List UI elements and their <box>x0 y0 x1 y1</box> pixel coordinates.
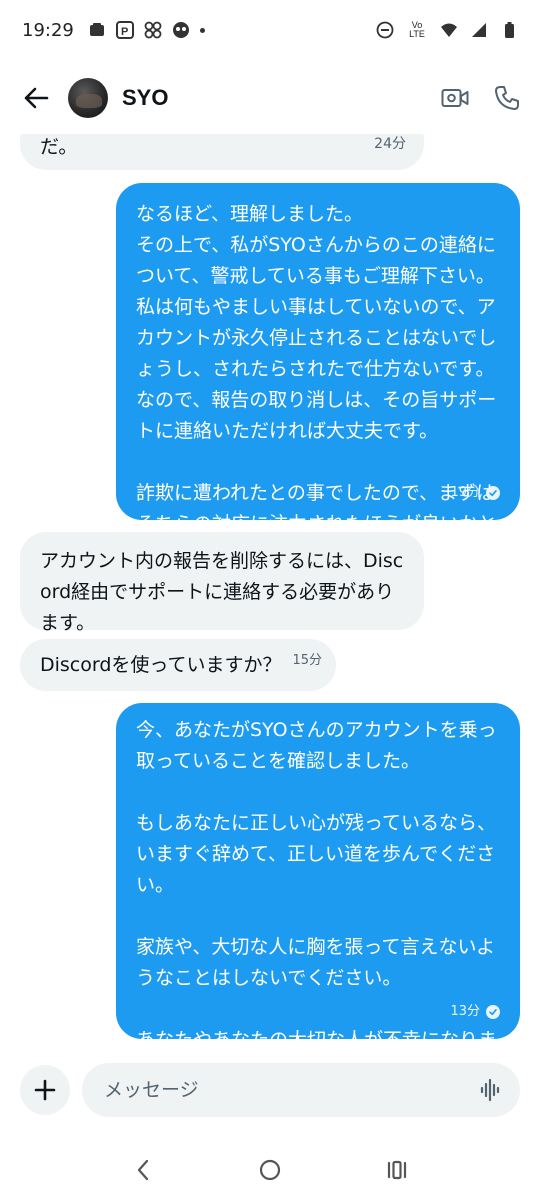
avatar[interactable] <box>68 78 108 118</box>
status-right: Vo LTE <box>376 21 518 39</box>
message-text: だ。 <box>40 136 78 158</box>
message-text: アカウント内の報告を削除するには、Discord経由でサポートに連絡する必要があ… <box>40 550 404 634</box>
message-meta: 19分 <box>450 477 500 508</box>
message-bubble-outgoing[interactable]: 今、あなたがSYOさんのアカウントを乗っ取っていることを確認しました。 もしあな… <box>116 703 520 1051</box>
status-bar: 19:29 P Vo LTE <box>0 0 540 60</box>
message-text: Discordを使っていますか？ <box>40 654 282 676</box>
message-time: 13分 <box>450 1004 480 1019</box>
message-meta: 13分 <box>450 996 500 1027</box>
conversation-header: SYO <box>0 62 540 134</box>
status-time: 19:29 <box>22 19 74 41</box>
status-left: 19:29 P <box>22 20 205 41</box>
message-time: 15分 <box>292 653 322 668</box>
recent-apps-icon <box>387 1160 406 1179</box>
message-time: 19分 <box>450 485 480 500</box>
message-input[interactable] <box>104 1079 480 1101</box>
do-not-disturb-icon <box>376 21 394 39</box>
home-circle-icon <box>259 1159 281 1180</box>
dm-screen: 19:29 P Vo LTE SYO だ。 24分 なるほど、理解しました。 そ… <box>0 0 540 1199</box>
message-bubble-incoming[interactable]: Discordを使っていますか？ 15分 <box>20 639 336 691</box>
message-text: 今、あなたがSYOさんのアカウントを乗っ取っていることを確認しました。 もしあな… <box>136 719 498 1051</box>
cell-signal-icon <box>472 23 486 37</box>
message-meta: 15分 <box>292 645 322 676</box>
contact-name[interactable]: SYO <box>122 85 168 111</box>
message-composer <box>0 1058 540 1122</box>
header-actions <box>440 83 522 113</box>
paypay-icon: P <box>115 21 134 39</box>
message-bubble-outgoing[interactable]: なるほど、理解しました。 その上で、私がSYOさんからのこの連絡について、警戒し… <box>116 183 520 566</box>
video-call-icon <box>441 89 469 107</box>
system-home-button[interactable] <box>250 1150 290 1190</box>
message-input-container[interactable] <box>82 1063 520 1117</box>
pinwheel-icon <box>144 21 162 39</box>
add-attachment-button[interactable] <box>20 1065 70 1115</box>
volte-label: Vo LTE <box>409 20 425 39</box>
video-call-button[interactable] <box>440 83 470 113</box>
message-time: 24分 <box>374 136 406 152</box>
read-receipt-icon <box>486 1004 500 1019</box>
phone-call-icon <box>495 86 519 110</box>
app-notification-icon <box>89 23 104 36</box>
message-bubble-incoming[interactable]: アカウント内の報告を削除するには、Discord経由でサポートに連絡する必要があ… <box>20 532 424 634</box>
svg-text:P: P <box>121 26 128 38</box>
battery-icon <box>505 22 514 38</box>
back-arrow-icon <box>24 87 49 109</box>
wifi-icon <box>441 23 457 37</box>
phone-call-button[interactable] <box>492 83 522 113</box>
message-bubble-incoming[interactable]: だ。 24分 <box>20 134 424 170</box>
voice-message-icon[interactable] <box>480 1078 502 1102</box>
system-navigation-bar <box>0 1140 540 1199</box>
message-meta: 24分 <box>374 134 406 160</box>
chevron-left-icon <box>138 1159 149 1180</box>
more-notifications-dot-icon <box>199 27 205 33</box>
message-text: なるほど、理解しました。 その上で、私がSYOさんからのこの連絡について、警戒し… <box>136 203 498 566</box>
game-app-icon <box>172 22 189 38</box>
read-receipt-icon <box>486 485 500 500</box>
plus-icon <box>34 1079 56 1101</box>
back-button[interactable] <box>18 80 54 116</box>
message-list[interactable]: だ。 24分 なるほど、理解しました。 その上で、私がSYOさんからのこの連絡に… <box>0 134 540 1054</box>
system-back-button[interactable] <box>123 1150 163 1190</box>
system-recents-button[interactable] <box>377 1150 417 1190</box>
